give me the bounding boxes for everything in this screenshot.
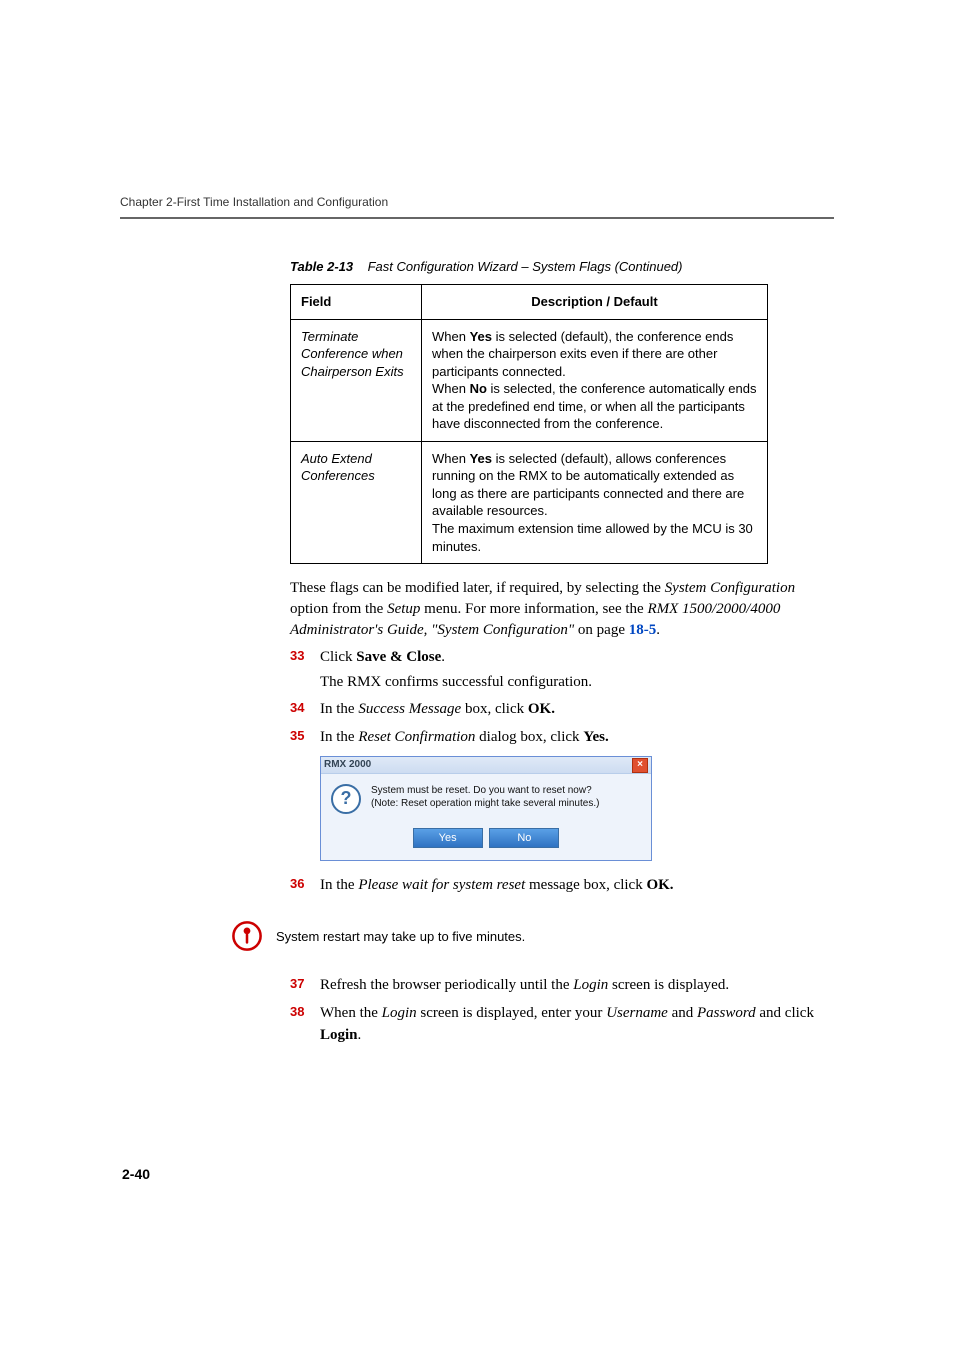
cell-field: Auto Extend Conferences [291,441,422,563]
yes-button[interactable]: Yes [413,828,483,848]
th-field: Field [291,285,422,320]
dialog-titlebar: RMX 2000 × [321,757,651,774]
cell-desc: When Yes is selected (default), the conf… [422,319,768,441]
step-number: 36 [290,875,304,894]
no-button[interactable]: No [489,828,559,848]
step-36: 36 In the Please wait for system reset m… [290,875,834,897]
page-header: Chapter 2-First Time Installation and Co… [120,0,834,219]
page-number: 2-40 [122,1166,150,1182]
cell-field: Terminate Conference when Chairperson Ex… [291,319,422,441]
step-35: 35 In the Reset Confirmation dialog box,… [290,727,834,862]
th-desc: Description / Default [422,285,768,320]
table-caption: Table 2-13 Fast Configuration Wizard – S… [290,259,834,274]
step-33-sub: The RMX confirms successful configuratio… [320,672,834,693]
step-37: 37 Refresh the browser periodically unti… [290,975,834,997]
cell-desc: When Yes is selected (default), allows c… [422,441,768,563]
dialog-message: System must be reset. Do you want to res… [371,784,599,814]
step-number: 33 [290,647,304,666]
step-number: 38 [290,1003,304,1022]
intro-paragraph: These flags can be modified later, if re… [290,578,834,641]
step-38: 38 When the Login screen is displayed, e… [290,1003,834,1047]
table-row: Terminate Conference when Chairperson Ex… [291,319,768,441]
table-caption-title: Fast Configuration Wizard – System Flags… [368,259,683,274]
system-flags-table: Field Description / Default Terminate Co… [290,284,768,564]
table-caption-label: Table 2-13 [290,259,353,274]
close-icon[interactable]: × [632,758,648,773]
step-33: 33 Click Save & Close. The RMX confirms … [290,647,834,693]
page-ref-link[interactable]: 18-5 [629,622,657,638]
step-34: 34 In the Success Message box, click OK. [290,699,834,721]
step-number: 34 [290,699,304,718]
dialog-title-text: RMX 2000 [324,758,371,773]
note-icon [230,919,264,953]
table-row: Auto Extend Conferences When Yes is sele… [291,441,768,563]
reset-dialog: RMX 2000 × ? System must be reset. Do yo… [320,756,652,861]
question-icon: ? [331,784,361,814]
step-number: 37 [290,975,304,994]
note-text: System restart may take up to five minut… [276,929,525,944]
step-number: 35 [290,727,304,746]
